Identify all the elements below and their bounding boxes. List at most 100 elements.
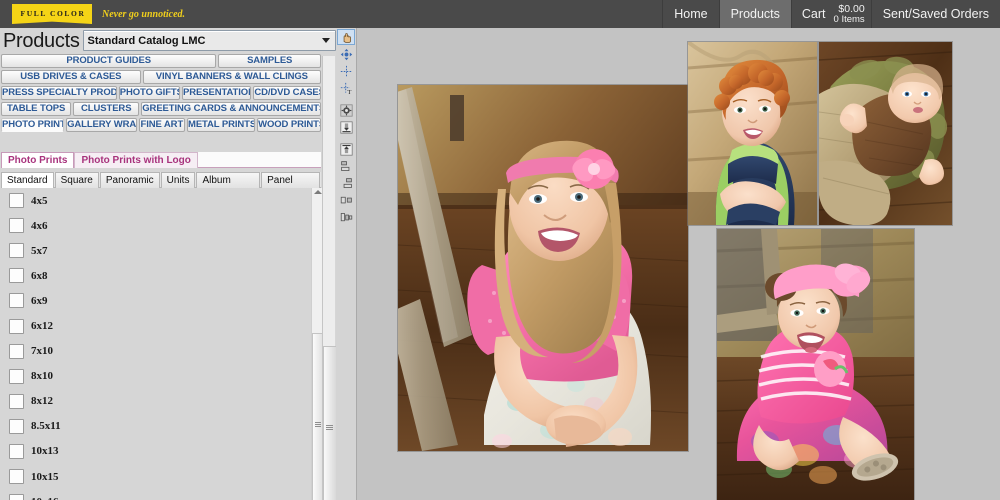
size-list-item-label: 8x10: [31, 370, 53, 383]
size-list-item[interactable]: 7x10: [1, 339, 317, 364]
photo-thumbnail-girl-pink[interactable]: [398, 85, 688, 451]
checkbox-icon[interactable]: [9, 293, 24, 309]
size-list-item[interactable]: 6x12: [1, 313, 317, 338]
size-list-item[interactable]: 8x12: [1, 389, 317, 414]
align-left-icon[interactable]: [337, 158, 355, 174]
category-tab-cd-dvd-cases[interactable]: CD/DVD CASES: [253, 86, 321, 100]
size-list-item-label: 10x13: [31, 445, 59, 458]
checkbox-icon[interactable]: [9, 268, 24, 284]
checkbox-icon[interactable]: [9, 368, 24, 384]
size-list-item[interactable]: 4x6: [1, 213, 317, 238]
panel-header: Products Standard Catalog LMC: [0, 28, 336, 53]
size-tab-album-pages[interactable]: Album Pages: [196, 172, 261, 201]
sub-tab-photo-prints-with-logo[interactable]: Photo Prints with Logo: [74, 152, 198, 168]
category-tab-fine-art[interactable]: FINE ART: [138, 118, 185, 132]
nav-item-sent-saved-orders[interactable]: Sent/Saved Orders: [870, 0, 1000, 28]
category-tab-metal-prints[interactable]: METAL PRINTS: [187, 118, 256, 132]
catalog-select[interactable]: Standard Catalog LMC: [82, 30, 336, 51]
cart-summary: $0.00 0 Items: [833, 2, 865, 25]
photo-image-toddler: [717, 229, 914, 500]
size-tab-units[interactable]: Units: [160, 172, 196, 188]
size-list-item-label: 8x12: [31, 395, 53, 408]
size-list-item[interactable]: 10x15: [1, 464, 317, 489]
category-tab-photo-gifts[interactable]: PHOTO GIFTS: [118, 86, 181, 100]
category-tab-clusters[interactable]: CLUSTERS: [73, 102, 140, 116]
size-list-item[interactable]: 6x8: [1, 263, 317, 288]
distribute-vertical-icon[interactable]: [337, 209, 355, 225]
size-list-item[interactable]: 10x16: [1, 489, 317, 500]
size-list-item-label: 8.5x11: [31, 420, 61, 433]
brand-logo[interactable]: FULL COLOR Never go unnoticed.: [12, 3, 185, 25]
distribute-horizontal-icon[interactable]: [337, 192, 355, 208]
checkbox-icon[interactable]: [9, 243, 24, 259]
hand-pan-tool-icon[interactable]: [337, 29, 355, 45]
checkbox-icon[interactable]: [9, 393, 24, 409]
size-tab-standard[interactable]: Standard: [1, 172, 54, 188]
panel-scroll-thumb[interactable]: [323, 346, 337, 500]
category-tab-product-guides[interactable]: PRODUCT GUIDES: [1, 54, 217, 68]
panel-scroll-grip-icon: [326, 425, 333, 430]
checkbox-icon[interactable]: [9, 343, 24, 359]
size-list-item[interactable]: 6x9: [1, 288, 317, 313]
size-list[interactable]: 4x5 4x6 5x7 6x8 6x9 6x12 7x10 8x10 8x12 8.5x11 10x…: [1, 188, 317, 500]
size-tab-panoramic[interactable]: Panoramic: [99, 172, 160, 188]
category-tab-gallery-wraps[interactable]: GALLERY WRAPS: [66, 118, 137, 132]
nav-item-home[interactable]: Home: [662, 0, 718, 28]
size-list-item-label: 6x9: [31, 294, 48, 307]
photo-thumbnail-baby[interactable]: [819, 42, 952, 225]
category-tab-row: PRODUCT GUIDES SAMPLES: [1, 54, 321, 68]
category-tab-row: PRESS SPECIALTY PRODUCTSPHOTO GIFTSPRESE…: [1, 86, 321, 100]
photo-thumbnail-toddler[interactable]: [717, 229, 914, 500]
crosshair-text-icon[interactable]: T: [337, 80, 355, 96]
size-list-item-label: 5x7: [31, 244, 48, 257]
category-tab-photo-prints[interactable]: PHOTO PRINTS: [1, 118, 65, 132]
category-tab-usb-drives-cases[interactable]: USB DRIVES & CASES: [1, 70, 141, 84]
nav-item-products[interactable]: Products: [718, 0, 791, 28]
align-bottom-icon[interactable]: [337, 119, 355, 135]
align-top-icon[interactable]: [337, 141, 355, 157]
layout-canvas[interactable]: [357, 28, 1000, 500]
size-list-item[interactable]: 5x7: [1, 238, 317, 263]
gear-settings-icon[interactable]: [337, 102, 355, 118]
category-tab-greeting-cards-announcements[interactable]: GREETING CARDS & ANNOUNCEMENTS: [141, 102, 321, 116]
checkbox-icon[interactable]: [9, 418, 24, 434]
category-tab-samples[interactable]: SAMPLES: [218, 54, 321, 68]
checkbox-icon[interactable]: [9, 318, 24, 334]
cart-amount: $0.00: [838, 2, 865, 15]
size-list-item-label: 4x5: [31, 194, 48, 207]
panel-scrollbar[interactable]: [322, 56, 337, 500]
category-tab-presentation[interactable]: PRESENTATION: [182, 86, 252, 100]
checkbox-icon[interactable]: [9, 193, 24, 209]
sub-tab-photo-prints[interactable]: Photo Prints: [1, 152, 75, 168]
scroll-up-arrow-icon[interactable]: [314, 190, 322, 194]
size-list-item[interactable]: 10x13: [1, 439, 317, 464]
sub-tab-strip: Photo Prints Photo Prints with Logo: [1, 152, 321, 168]
category-tab-row: TABLE TOPS CLUSTERS GREETING CARDS & ANNOU…: [1, 102, 321, 116]
checkbox-icon[interactable]: [9, 469, 24, 485]
size-tab-square[interactable]: Square: [54, 172, 99, 188]
category-tab-wood-prints[interactable]: WOOD PRINTS: [257, 118, 321, 132]
move-arrows-icon[interactable]: [337, 46, 355, 62]
checkbox-icon[interactable]: [9, 494, 24, 500]
category-tab-table-tops[interactable]: TABLE TOPS: [1, 102, 72, 116]
checkbox-icon[interactable]: [9, 443, 24, 459]
photo-image-girl-pink: [398, 85, 688, 451]
size-list-item[interactable]: 8.5x11: [1, 414, 317, 439]
category-tab-rows: PRODUCT GUIDES SAMPLES USB DRIVES & CASES V…: [1, 54, 321, 134]
application-window: FULL COLOR Never go unnoticed. Home Prod…: [0, 0, 1000, 500]
size-category-tabs: StandardSquarePanoramicUnitsAlbum PagesP…: [1, 172, 321, 201]
logo-text: FULL COLOR: [20, 9, 86, 19]
page-title: Products: [3, 29, 80, 52]
category-tab-press-specialty-products[interactable]: PRESS SPECIALTY PRODUCTS: [1, 86, 117, 100]
photo-thumbnail-boy[interactable]: [688, 42, 817, 225]
crosshair-icon[interactable]: [337, 63, 355, 79]
size-list-item[interactable]: 4x5: [1, 188, 317, 213]
logo-badge-icon: FULL COLOR: [12, 4, 92, 24]
cart-item-count: 0 Items: [833, 13, 865, 25]
checkbox-icon[interactable]: [9, 218, 24, 234]
category-tab-vinyl-banners-wall-clings[interactable]: VINYL BANNERS & WALL CLINGS: [142, 70, 321, 84]
size-list-item[interactable]: 8x10: [1, 364, 317, 389]
nav-item-cart[interactable]: Cart $0.00 0 Items: [790, 0, 871, 28]
align-right-icon[interactable]: [337, 175, 355, 191]
size-tab-panel-prints[interactable]: Panel Prints: [261, 172, 320, 201]
